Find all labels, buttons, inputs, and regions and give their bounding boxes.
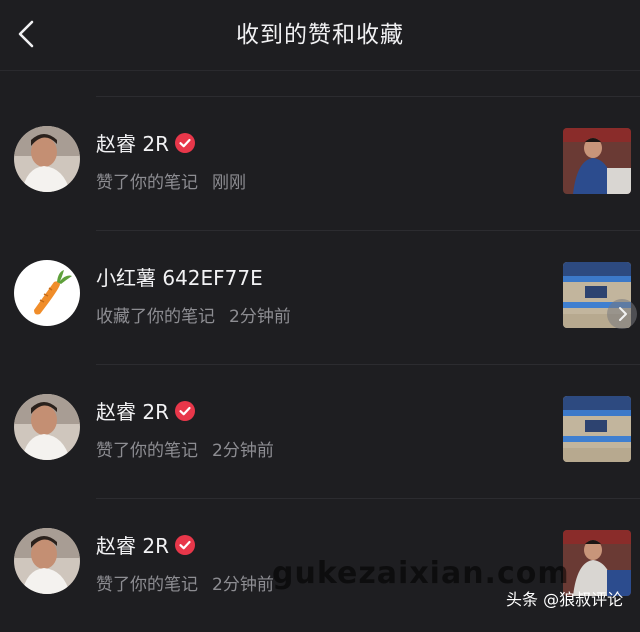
time-text: 2分钟前 bbox=[212, 441, 274, 461]
activity-text: 赞了你的笔记 刚刚 bbox=[96, 168, 246, 193]
time-text: 2分钟前 bbox=[229, 307, 291, 327]
list-item[interactable]: 赵睿 2R 赞了你的笔记 刚刚 bbox=[0, 96, 640, 230]
person-avatar-icon bbox=[14, 528, 80, 594]
action-text: 收藏了你的笔记 bbox=[96, 307, 215, 327]
time-text: 2分钟前 bbox=[212, 575, 274, 595]
source-credit: 头条 @狼叔评论 bbox=[506, 590, 624, 609]
note-thumbnail[interactable] bbox=[563, 128, 631, 194]
avatar[interactable] bbox=[14, 126, 80, 192]
list-item[interactable]: 赵睿 2R 赞了你的笔记 2分钟前 bbox=[0, 364, 640, 498]
avatar[interactable] bbox=[14, 528, 80, 594]
chevron-right-icon bbox=[619, 307, 627, 321]
verified-badge-icon bbox=[174, 132, 195, 153]
activity-text: 收藏了你的笔记 2分钟前 bbox=[96, 302, 291, 327]
person-avatar-icon bbox=[14, 394, 80, 460]
user-name[interactable]: 赵睿 2R bbox=[96, 530, 195, 559]
time-text: 刚刚 bbox=[212, 173, 246, 193]
user-name-text: 赵睿 2R bbox=[96, 132, 169, 156]
user-name-text: 赵睿 2R bbox=[96, 534, 169, 558]
user-name[interactable]: 赵睿 2R bbox=[96, 128, 195, 157]
action-text: 赞了你的笔记 bbox=[96, 173, 198, 193]
activity-text: 赞了你的笔记 2分钟前 bbox=[96, 436, 274, 461]
person-avatar-icon bbox=[14, 126, 80, 192]
note-thumbnail[interactable] bbox=[563, 396, 631, 462]
player-thumbnail-image bbox=[563, 128, 631, 194]
user-name-text: 小红薯 642EF77E bbox=[96, 266, 263, 290]
verified-badge-icon bbox=[174, 534, 195, 555]
user-name[interactable]: 小红薯 642EF77E bbox=[96, 262, 263, 291]
header-divider bbox=[0, 70, 640, 71]
header-bar: 收到的赞和收藏 bbox=[0, 0, 640, 70]
action-text: 赞了你的笔记 bbox=[96, 575, 198, 595]
scroll-right-button[interactable] bbox=[607, 299, 637, 329]
avatar[interactable] bbox=[14, 394, 80, 460]
action-text: 赞了你的笔记 bbox=[96, 441, 198, 461]
avatar[interactable] bbox=[14, 260, 80, 326]
court-thumbnail-image bbox=[563, 396, 631, 462]
user-name-text: 赵睿 2R bbox=[96, 400, 169, 424]
list-item[interactable]: 小红薯 642EF77E 收藏了你的笔记 2分钟前 bbox=[0, 230, 640, 364]
activity-text: 赞了你的笔记 2分钟前 bbox=[96, 570, 274, 595]
verified-badge-icon bbox=[174, 400, 195, 421]
carrot-avatar-icon bbox=[14, 260, 80, 326]
user-name[interactable]: 赵睿 2R bbox=[96, 396, 195, 425]
page-title: 收到的赞和收藏 bbox=[236, 22, 404, 48]
